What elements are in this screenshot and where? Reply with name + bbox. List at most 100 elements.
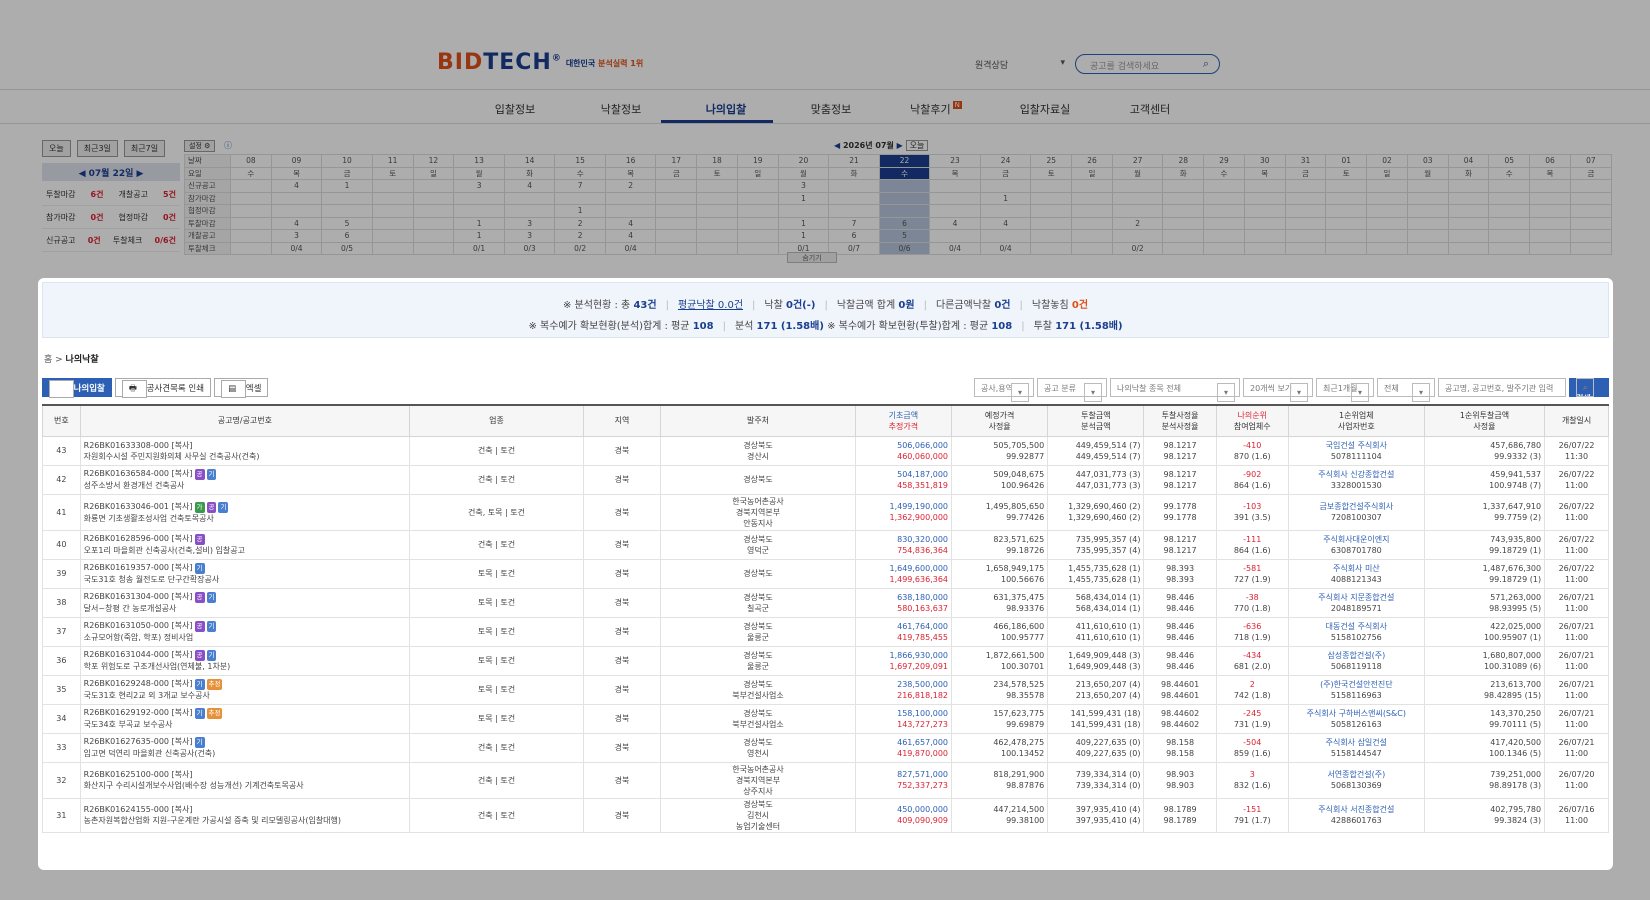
badge-icon: 공 xyxy=(194,621,205,632)
notice-name[interactable]: 달서~창평 간 농로개설공사 xyxy=(84,603,407,614)
cell-secondary: 460,060,000 xyxy=(897,451,949,461)
cell-primary: 141,599,431 (18) xyxy=(1070,708,1141,718)
table-cell: 238,500,000 216,818,182 xyxy=(854,674,953,705)
orderer-line: 경상북도 xyxy=(743,650,773,660)
cell-primary: 823,571,625 xyxy=(993,534,1045,544)
filter-2[interactable]: 나의낙찰 종목 전체 ▾ xyxy=(1110,378,1240,402)
search-button[interactable]: ⌕ 검색 xyxy=(1569,378,1609,403)
table-row[interactable]: 43 R26BK01633308-000 [복사] 자원회수시설 주민지원화의체 사… xyxy=(42,435,1609,466)
cell-primary: 1,649,909,448 (3) xyxy=(1068,650,1141,660)
notice-name[interactable]: 화룡면 기초생활조성사업 건축토목공사 xyxy=(84,513,407,524)
filter-4[interactable]: 최근1개월 ▾ xyxy=(1316,378,1374,402)
filter-3[interactable]: 20개씩 보기 ▾ xyxy=(1243,378,1313,402)
table-cell: 98.44601 98.44601 xyxy=(1143,674,1217,705)
table-row[interactable]: 37 R26BK01631050-000 [복사] 공 기 소규모어항(죽암, 학포) … xyxy=(42,616,1609,647)
notice-name[interactable]: 국도31호 청송 월전도로 단구간확장공사 xyxy=(84,574,407,585)
tool-button-2[interactable]: ▤ 엑셀 xyxy=(214,378,269,398)
filter-5[interactable]: 전체 ▾ xyxy=(1377,378,1435,402)
cell-secondary: 100.1346 (5) xyxy=(1489,748,1542,758)
orderer: 경상북도 북부건설사업소 xyxy=(660,674,856,705)
table-cell: 1,337,647,910 99.7759 (2) xyxy=(1423,493,1546,531)
filter-0[interactable]: 공사,용역 ▾ xyxy=(974,378,1034,402)
notice-cell[interactable]: R26BK01631044-000 [복사] 공 기 학포 위험도로 구조개선사업(연… xyxy=(79,645,411,676)
breadcrumb-home[interactable]: 홈 xyxy=(44,355,52,365)
cell-secondary: 98.1789 xyxy=(1163,816,1197,825)
notice-name[interactable]: 농촌자원복합산업화 지원-구운계란 가공시설 증축 및 리모델링공사(입찰대행) xyxy=(84,815,407,826)
tool-button-0[interactable]: ☰ 나의입찰 xyxy=(42,378,112,398)
table-row[interactable]: 42 R26BK01636584-000 [복사] 공 기 성주소방서 환경개선 건축공… xyxy=(42,464,1609,495)
summary-value: 0원 xyxy=(898,300,915,311)
cell-primary: 주식회사 신강종합건설 xyxy=(1318,469,1395,479)
table-cell: -111 864 (1.6) xyxy=(1215,529,1289,560)
table-cell: -581 727 (1.9) xyxy=(1215,558,1289,589)
breadcrumb: 홈 > 나의낙찰 xyxy=(44,355,99,365)
cell-primary: 409,227,635 (0) xyxy=(1075,737,1141,747)
cell-secondary: 11:00 xyxy=(1565,661,1589,671)
region: 경북 xyxy=(582,558,662,589)
table-cell: 2 742 (1.8) xyxy=(1215,674,1289,705)
summary-item[interactable]: 평균낙찰 0.0건 xyxy=(678,300,743,311)
table-cell: 98.446 98.446 xyxy=(1143,616,1217,647)
chevron-down-icon: ▾ xyxy=(1289,383,1308,402)
notice-name[interactable]: 화산지구 수리시설개보수사업(배수장 성능개선) 기계건축토목공사 xyxy=(84,780,407,791)
notice-cell[interactable]: R26BK01628596-000 [복사] 공 오포1리 마을회관 신축공사(건축… xyxy=(79,529,411,560)
table-row[interactable]: 33 R26BK01627635-000 [복사] 기 임고면 덕연리 마을회관 신축… xyxy=(42,732,1609,763)
table-row[interactable]: 40 R26BK01628596-000 [복사] 공 오포1리 마을회관 신축공사(… xyxy=(42,529,1609,560)
notice-cell[interactable]: R26BK01619357-000 [복사] 기 국도31호 청송 월전도로 단구간… xyxy=(79,558,411,589)
search-icon: ⌕ xyxy=(1576,378,1595,397)
table-cell: (주)한국건설안전진단 5158116963 xyxy=(1287,674,1425,705)
table-cell: 568,434,014 (1) 568,434,014 (1) xyxy=(1047,587,1145,618)
notice-name[interactable]: 국도34호 부곡교 보수공사 xyxy=(84,719,407,730)
column-header: 공고명/공고번호 xyxy=(79,404,411,437)
table-row[interactable]: 38 R26BK01631304-000 [복사] 공 기 달서~창평 간 농로개설공사… xyxy=(42,587,1609,618)
table-cell: 509,048,675 100.96426 xyxy=(951,464,1049,495)
industry: 건축 | 토건 xyxy=(409,761,584,799)
summary-link[interactable]: 평균낙찰 0.0건 xyxy=(678,300,743,311)
notice-cell[interactable]: R26BK01633046-001 [복사] 가 공 기 화룡면 기초생활조성사업 건축… xyxy=(79,493,411,531)
cell-secondary: 100.56676 xyxy=(1000,574,1045,584)
notice-name[interactable]: 국도31호 현리2교 외 3개교 보수공사 xyxy=(84,690,407,701)
cell-primary: 449,459,514 (7) xyxy=(1075,440,1141,450)
cell-primary: 830,320,000 xyxy=(897,534,949,544)
cell-secondary: 100.95907 (1) xyxy=(1483,632,1542,642)
notice-name[interactable]: 자원회수시설 주민지원화의체 사무실 건축공사(건축) xyxy=(84,451,407,462)
notice-name[interactable]: 오포1리 마을회관 신축공사(건축,설비) 입찰공고 xyxy=(84,545,407,556)
notice-cell[interactable]: R26BK01624155-000 [복사] 농촌자원복합산업화 지원-구운계란 … xyxy=(79,797,411,833)
table-row[interactable]: 31 R26BK01624155-000 [복사] 농촌자원복합산업화 지원-구운계… xyxy=(42,797,1609,833)
table-row[interactable]: 32 R26BK01625100-000 [복사] 화산지구 수리시설개보수사업(배… xyxy=(42,761,1609,799)
notice-cell[interactable]: R26BK01625100-000 [복사] 화산지구 수리시설개보수사업(배수장… xyxy=(79,761,411,799)
separator: | xyxy=(665,300,669,311)
notice-cell[interactable]: R26BK01633308-000 [복사] 자원회수시설 주민지원화의체 사무실… xyxy=(79,435,411,466)
notice-cell[interactable]: R26BK01636584-000 [복사] 공 기 성주소방서 환경개선 건축공사 xyxy=(79,464,411,495)
filter-6[interactable]: 공고명, 공고번호, 발주기관 입력 xyxy=(1438,378,1566,397)
notice-cell[interactable]: R26BK01631050-000 [복사] 공 기 소규모어항(죽암, 학포) 정비… xyxy=(79,616,411,647)
cell-secondary: 98.93376 xyxy=(1006,603,1045,613)
notice-cell[interactable]: R26BK01627635-000 [복사] 기 임고면 덕연리 마을회관 신축공사… xyxy=(79,732,411,763)
notice-cell[interactable]: R26BK01631304-000 [복사] 공 기 달서~창평 간 농로개설공사 xyxy=(79,587,411,618)
notice-name[interactable]: 소규모어항(죽암, 학포) 정비사업 xyxy=(84,632,407,643)
table-row[interactable]: 35 R26BK01629248-000 [복사] 기 추정 국도31호 현리2교 외 … xyxy=(42,674,1609,705)
notice-cell[interactable]: R26BK01629248-000 [복사] 기 추정 국도31호 현리2교 외 3개… xyxy=(79,674,411,705)
table-cell: 449,459,514 (7) 449,459,514 (7) xyxy=(1047,435,1145,466)
filter-1[interactable]: 공고 분류 ▾ xyxy=(1037,378,1107,402)
table-cell: 26/07/21 11:00 xyxy=(1544,616,1609,647)
notice-name[interactable]: 학포 위험도로 구조개선사업(연체불, 1차분) xyxy=(84,661,407,672)
cell-primary: 571,263,000 xyxy=(1490,592,1542,602)
cell-secondary: 99.18726 xyxy=(1006,545,1045,555)
notice-name[interactable]: 임고면 덕연리 마을회관 신축공사(건축) xyxy=(84,748,407,759)
notice-cell[interactable]: R26BK01629192-000 [복사] 기 추정 국도34호 부곡교 보수공사 xyxy=(79,703,411,734)
notice-id: R26BK01628596-000 [복사] 공 xyxy=(83,534,205,545)
cell-secondary: 99.38100 xyxy=(1006,816,1045,825)
cell-secondary: 98.1217 xyxy=(1163,451,1197,461)
table-row[interactable]: 36 R26BK01631044-000 [복사] 공 기 학포 위험도로 구조개선사업… xyxy=(42,645,1609,676)
cell-primary: 26/07/20 xyxy=(1558,770,1595,779)
table-row[interactable]: 41 R26BK01633046-001 [복사] 가 공 기 화룡면 기초생활조성사업 … xyxy=(42,493,1609,531)
table-row[interactable]: 34 R26BK01629192-000 [복사] 기 추정 국도34호 부곡교 보수공… xyxy=(42,703,1609,734)
table-row[interactable]: 39 R26BK01619357-000 [복사] 기 국도31호 청송 월전도로 단… xyxy=(42,558,1609,589)
cell-primary: 402,795,780 xyxy=(1490,805,1542,814)
cell-secondary: 5068130369 xyxy=(1330,781,1382,790)
industry: 건축 | 토건 xyxy=(409,464,584,495)
notice-name[interactable]: 성주소방서 환경개선 건축공사 xyxy=(84,480,407,491)
tool-button-1[interactable]: 🖶 공사견목록 인쇄 xyxy=(114,378,212,398)
table-cell: 1,487,676,300 99.18729 (1) xyxy=(1423,558,1546,589)
